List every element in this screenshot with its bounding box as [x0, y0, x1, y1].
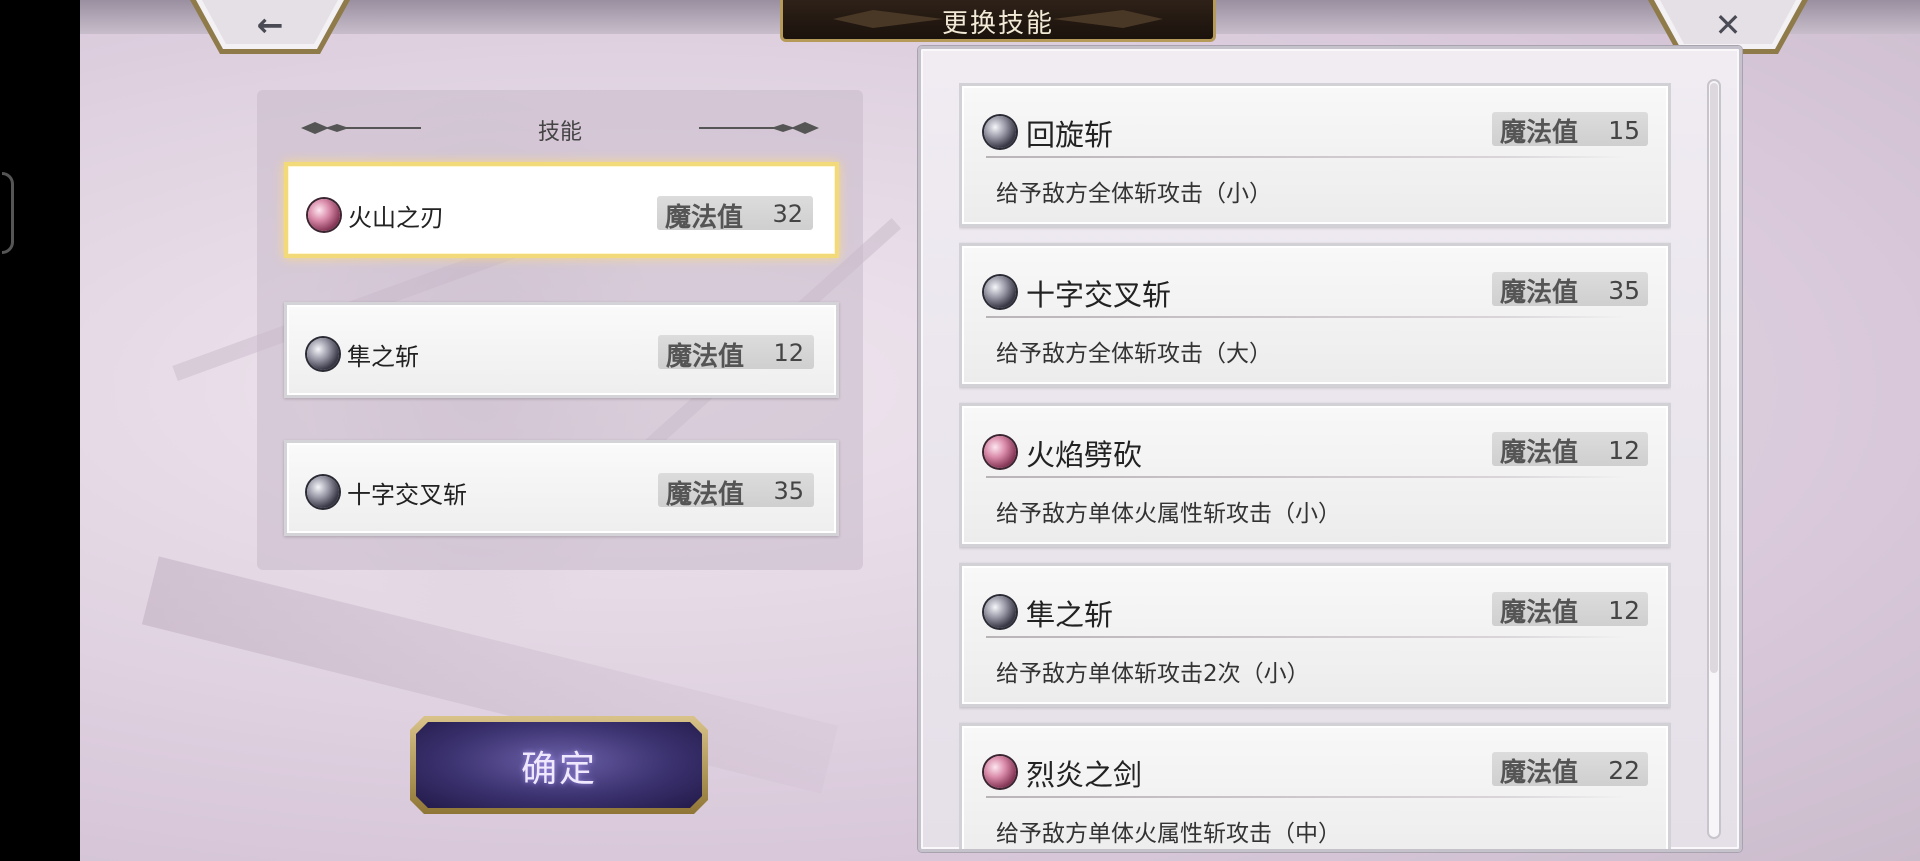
skill-name: 火山之刃 — [348, 204, 444, 232]
dark-element-orb-icon — [307, 476, 339, 508]
mp-cost-badge: 魔法值 32 — [657, 196, 813, 233]
mp-label: 魔法值 — [666, 480, 745, 510]
equipped-skill-slot-2[interactable]: 隼之斩 魔法值 12 — [284, 302, 839, 398]
fire-element-orb-icon — [308, 199, 340, 231]
skill-description: 给予敌方单体火属性斩攻击（小） — [996, 501, 1341, 527]
close-icon: ✕ — [1714, 6, 1742, 44]
skill-name: 烈炎之剑 — [1026, 758, 1143, 792]
skill-name: 十字交叉斩 — [1026, 278, 1172, 312]
dark-element-orb-icon — [984, 276, 1016, 308]
mp-cost-badge: 魔法值 22 — [1492, 752, 1648, 788]
mp-label: 魔法值 — [665, 203, 744, 233]
mp-label: 魔法值 — [666, 342, 745, 372]
dark-element-orb-icon — [984, 116, 1016, 148]
device-notch — [2, 172, 14, 254]
game-screen: ← 更换技能 ✕ 技能 火山之刃 魔法值 32 隼之斩 魔法值 12 十字交叉斩… — [0, 0, 1920, 861]
card-divider — [986, 316, 1626, 318]
equipped-skill-slot-3[interactable]: 十字交叉斩 魔法值 35 — [284, 440, 839, 536]
mp-cost-badge: 魔法值 15 — [1492, 112, 1648, 148]
dark-element-orb-icon — [984, 596, 1016, 628]
skill-list-item[interactable]: 十字交叉斩 魔法值 35 给予敌方全体斩攻击（大） — [959, 243, 1671, 387]
skill-name: 隼之斩 — [1026, 598, 1114, 632]
mp-label: 魔法值 — [1500, 758, 1579, 788]
mp-cost-badge: 魔法值 12 — [658, 335, 814, 372]
card-divider — [986, 156, 1626, 158]
skill-name: 十字交叉斩 — [347, 481, 467, 509]
skill-description: 给予敌方全体斩攻击（小） — [996, 181, 1272, 207]
mp-value: 15 — [1608, 116, 1640, 145]
back-arrow-icon: ← — [256, 6, 284, 44]
skill-description: 给予敌方全体斩攻击（大） — [996, 341, 1272, 367]
equipped-skills-panel: 技能 火山之刃 魔法值 32 隼之斩 魔法值 12 十字交叉斩 魔法值 35 — [257, 90, 863, 570]
mp-value: 12 — [1608, 596, 1640, 625]
mp-label: 魔法值 — [1500, 438, 1579, 468]
card-divider — [986, 636, 1626, 638]
title-banner: 更换技能 — [780, 0, 1216, 42]
mp-cost-badge: 魔法值 12 — [1492, 592, 1648, 628]
skill-name: 火焰劈砍 — [1026, 438, 1143, 472]
skill-description: 给予敌方单体斩攻击2次（小） — [996, 661, 1310, 687]
skill-list-panel: 回旋斩 魔法值 15 给予敌方全体斩攻击（小） 十字交叉斩 魔法值 35 给予敌… — [918, 46, 1742, 852]
skill-list[interactable]: 回旋斩 魔法值 15 给予敌方全体斩攻击（小） 十字交叉斩 魔法值 35 给予敌… — [959, 83, 1671, 849]
back-button[interactable]: ← — [190, 0, 350, 54]
page-title: 更换技能 — [941, 9, 1054, 39]
skill-list-item[interactable]: 回旋斩 魔法值 15 给予敌方全体斩攻击（小） — [959, 83, 1671, 227]
confirm-button-label: 确定 — [520, 749, 597, 790]
skill-name: 隼之斩 — [347, 343, 419, 371]
card-divider — [986, 796, 1626, 798]
card-divider — [986, 476, 1626, 478]
mp-label: 魔法值 — [1500, 118, 1579, 148]
ornament-divider-right-icon — [699, 122, 819, 134]
mp-value: 35 — [1608, 276, 1640, 305]
scrollbar-thumb[interactable] — [1710, 83, 1718, 673]
skill-list-item[interactable]: 火焰劈砍 魔法值 12 给予敌方单体火属性斩攻击（小） — [959, 403, 1671, 547]
skill-description: 给予敌方单体火属性斩攻击（中） — [996, 821, 1341, 847]
fire-element-orb-icon — [984, 756, 1016, 788]
mp-value: 12 — [1608, 436, 1640, 465]
skill-list-scrollbar[interactable] — [1707, 79, 1721, 839]
mp-value: 32 — [772, 200, 803, 228]
skill-list-item[interactable]: 隼之斩 魔法值 12 给予敌方单体斩攻击2次（小） — [959, 563, 1671, 707]
equipped-skill-slot-1[interactable]: 火山之刃 魔法值 32 — [284, 162, 839, 258]
mp-cost-badge: 魔法值 35 — [658, 473, 814, 510]
confirm-button[interactable]: 确定 — [410, 716, 708, 814]
mp-label: 魔法值 — [1500, 278, 1579, 308]
mp-value: 12 — [773, 339, 804, 367]
mp-value: 22 — [1608, 756, 1640, 785]
mp-value: 35 — [773, 477, 804, 505]
skill-name: 回旋斩 — [1026, 118, 1114, 152]
device-left-bar — [0, 0, 80, 861]
skill-list-item[interactable]: 烈炎之剑 魔法值 22 给予敌方单体火属性斩攻击（中） — [959, 723, 1671, 849]
dark-element-orb-icon — [307, 338, 339, 370]
mp-cost-badge: 魔法值 12 — [1492, 432, 1648, 468]
fire-element-orb-icon — [984, 436, 1016, 468]
panel-header: 技能 — [257, 112, 863, 146]
mp-label: 魔法值 — [1500, 598, 1579, 628]
mp-cost-badge: 魔法值 35 — [1492, 272, 1648, 308]
